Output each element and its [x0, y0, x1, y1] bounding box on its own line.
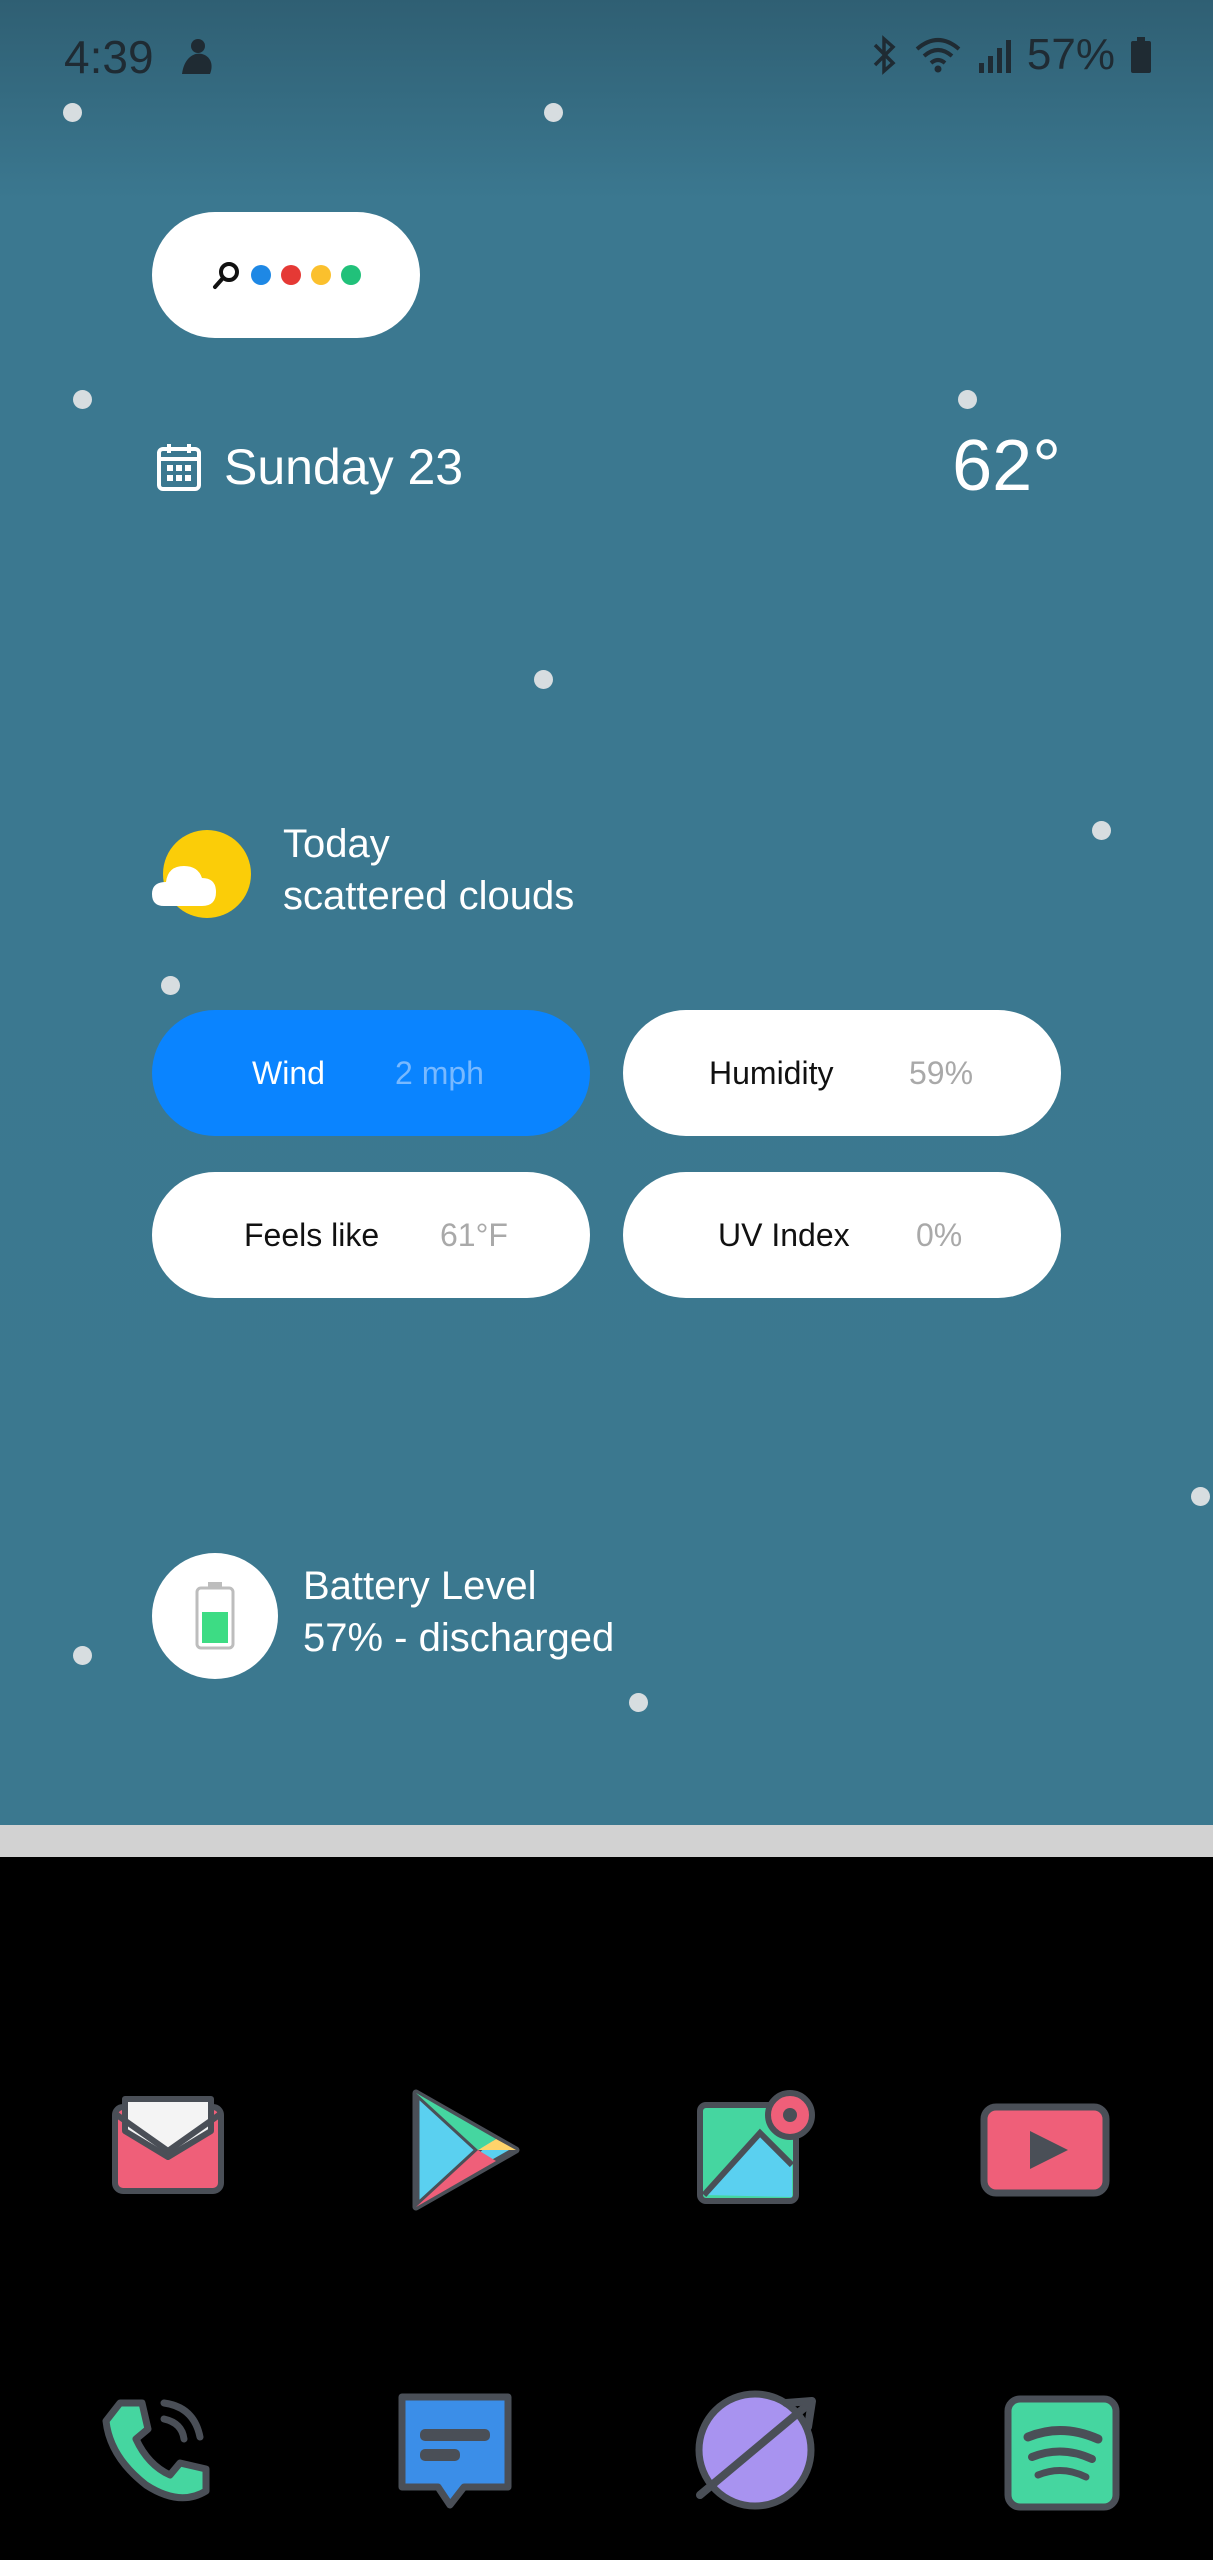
battery-detail: 57% - discharged — [303, 1616, 615, 1660]
wind-value: 2 mph — [395, 1054, 484, 1091]
wind-pill[interactable]: Wind 2 mph — [152, 1010, 590, 1136]
snow-dot — [73, 1646, 92, 1665]
dock-divider — [0, 1825, 1213, 1857]
date-label: Sunday 23 — [224, 439, 464, 495]
assistant-dot-red — [281, 265, 301, 285]
battery-title: Battery Level — [303, 1564, 537, 1608]
search-icon — [213, 262, 239, 289]
search-widget[interactable] — [152, 212, 420, 338]
snow-dot — [73, 390, 92, 409]
spotify-icon[interactable] — [1000, 2385, 1130, 2515]
weather-title: Today — [283, 822, 390, 866]
calendar-icon — [157, 444, 201, 491]
weather-summary[interactable]: Today scattered clouds — [283, 818, 574, 922]
messages-icon[interactable] — [390, 2385, 520, 2515]
battery-summary[interactable]: Battery Level 57% - discharged — [303, 1560, 614, 1664]
uv-index-value: 0% — [916, 1216, 963, 1253]
snow-dot — [544, 103, 563, 122]
youtube-icon[interactable] — [980, 2085, 1110, 2215]
snow-dot — [1092, 821, 1111, 840]
battery-icon — [1131, 37, 1151, 73]
wind-label: Wind — [252, 1054, 325, 1091]
play-store-icon[interactable] — [400, 2085, 530, 2215]
signal-icon — [978, 40, 1011, 73]
feels-like-pill[interactable]: Feels like 61°F — [152, 1172, 590, 1298]
snow-dot — [63, 103, 82, 122]
battery-level-icon — [195, 1582, 235, 1650]
uv-index-label: UV Index — [718, 1216, 850, 1253]
snow-dot — [161, 976, 180, 995]
mail-app-icon[interactable] — [103, 2085, 233, 2215]
snow-dot — [958, 390, 977, 409]
battery-percent: 57% — [1026, 30, 1115, 79]
snow-dot — [1191, 1487, 1210, 1506]
navigation-app-icon — [182, 39, 212, 74]
browser-icon[interactable] — [690, 2385, 820, 2515]
humidity-pill[interactable]: Humidity 59% — [623, 1010, 1061, 1136]
humidity-label: Humidity — [709, 1054, 834, 1091]
wifi-icon — [915, 38, 961, 73]
sun-cloud-icon — [152, 830, 251, 918]
snow-dot — [629, 1693, 648, 1712]
status-bar: 4:39 57% — [0, 0, 1213, 110]
feels-like-label: Feels like — [244, 1216, 380, 1253]
snow-dot — [534, 670, 553, 689]
assistant-dot-blue — [251, 265, 271, 285]
uv-index-pill[interactable]: UV Index 0% — [623, 1172, 1061, 1298]
battery-widget-icon-bg[interactable] — [152, 1553, 278, 1679]
gallery-icon[interactable] — [690, 2085, 820, 2215]
humidity-value: 59% — [909, 1054, 974, 1091]
phone-icon[interactable] — [90, 2385, 220, 2515]
bluetooth-icon — [873, 35, 896, 75]
assistant-dot-green — [341, 265, 361, 285]
weather-condition: scattered clouds — [283, 874, 575, 918]
date-row[interactable]: Sunday 23 — [156, 438, 463, 496]
status-time: 4:39 — [64, 31, 154, 83]
assistant-dot-yellow — [311, 265, 331, 285]
feels-like-value: 61°F — [440, 1216, 508, 1253]
temperature[interactable]: 62° — [952, 425, 1061, 507]
